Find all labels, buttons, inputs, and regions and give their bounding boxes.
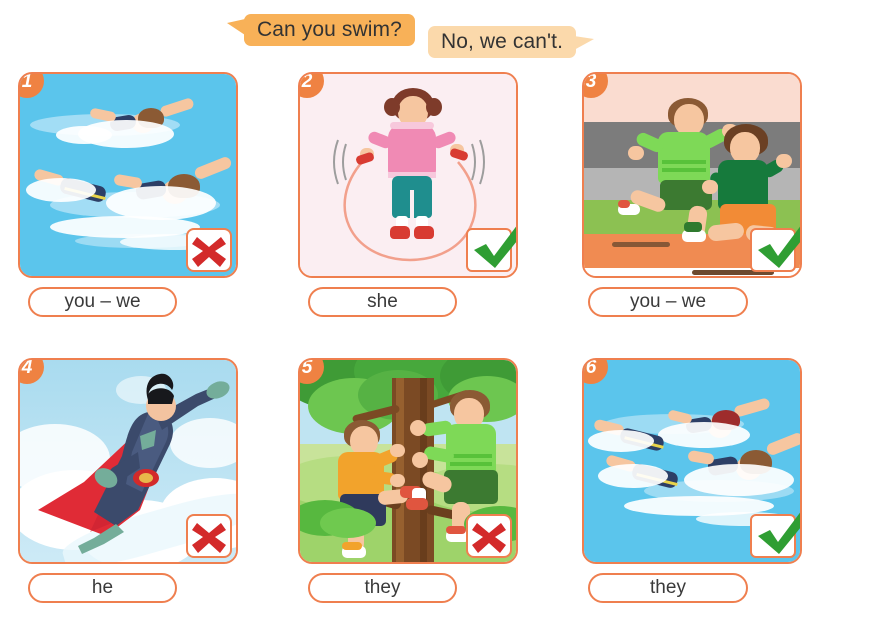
card-6[interactable]: 6 they [582, 358, 802, 603]
card-3-frame: 3 [582, 72, 802, 278]
card-4[interactable]: 4 he [18, 358, 238, 603]
mark-box-6 [750, 512, 800, 558]
red-x-icon [192, 523, 226, 553]
card-label-2[interactable]: she [308, 287, 457, 317]
card-label-6[interactable]: they [588, 573, 748, 603]
mark-box-3 [750, 226, 800, 272]
card-5[interactable]: 5 they [298, 358, 518, 603]
worksheet-page: Can you swim? No, we can't. 1 you – we 2… [0, 0, 871, 617]
bubble-tail-left-icon [227, 19, 245, 35]
bubble-tail-right-icon [574, 36, 595, 50]
red-x-icon [472, 523, 506, 553]
card-1[interactable]: 1 you – we [18, 72, 238, 317]
green-check-icon [758, 226, 800, 268]
card-label-3[interactable]: you – we [588, 287, 748, 317]
mark-box-5 [466, 514, 512, 558]
card-2-frame: 2 [298, 72, 518, 278]
speech-bubble-question: Can you swim? [227, 14, 415, 46]
card-5-frame: 5 [298, 358, 518, 564]
mark-box-1 [186, 228, 232, 272]
red-x-icon [192, 237, 226, 267]
green-check-icon [474, 226, 516, 268]
green-check-icon [758, 512, 800, 554]
mark-box-4 [186, 514, 232, 558]
card-label-4[interactable]: he [28, 573, 177, 603]
speech-answer-text: No, we can't. [441, 30, 564, 53]
card-1-frame: 1 [18, 72, 238, 278]
card-4-frame: 4 [18, 358, 238, 564]
card-label-5[interactable]: they [308, 573, 457, 603]
mark-box-2 [466, 226, 516, 272]
card-6-frame: 6 [582, 358, 802, 564]
card-3[interactable]: 3 you – we [582, 72, 802, 317]
card-2[interactable]: 2 she [298, 72, 518, 317]
card-label-1[interactable]: you – we [28, 287, 177, 317]
speech-bubble-answer: No, we can't. [428, 26, 595, 58]
speech-question-text: Can you swim? [257, 18, 402, 41]
